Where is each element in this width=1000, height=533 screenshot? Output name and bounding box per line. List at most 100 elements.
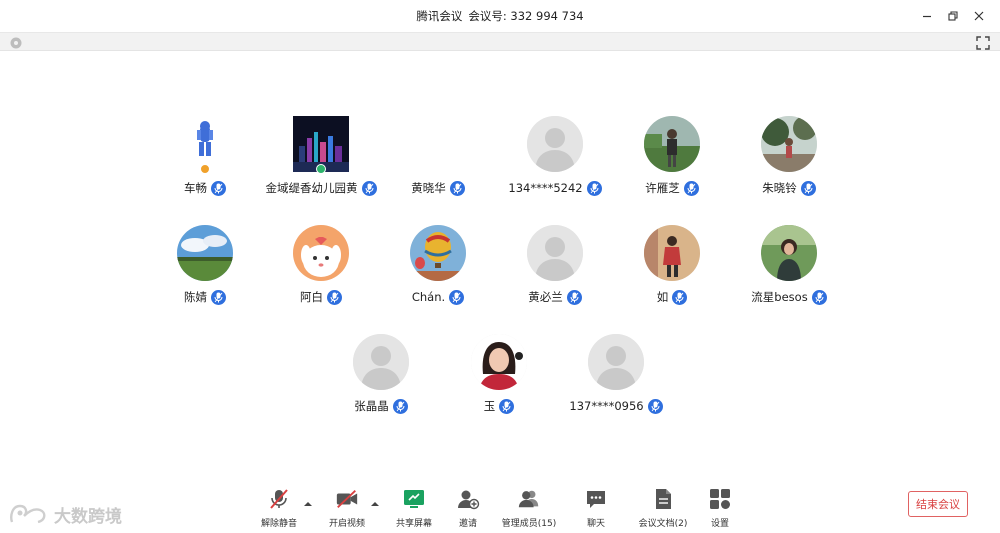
restore-icon: [948, 11, 958, 21]
participant-tile[interactable]: 张晶晶: [316, 334, 446, 434]
video-off-icon: [335, 487, 359, 511]
participant-name-row: 许雁芝: [645, 179, 699, 197]
woman-portrait-avatar: [471, 334, 527, 390]
info-button[interactable]: [9, 35, 23, 49]
bottom-toolbar: 解除静音 开启视频 共享屏幕 邀请 管理成员(15) 聊天 会议文档(2) 设置…: [0, 483, 1000, 533]
woman-room-avatar: [644, 225, 700, 281]
add-user-icon: [456, 487, 480, 511]
chat-button[interactable]: 聊天: [561, 487, 631, 529]
participant-tile[interactable]: Chán.: [373, 225, 503, 325]
participant-tile[interactable]: 车畅: [140, 116, 270, 216]
settings-grid-icon: [708, 487, 732, 511]
participant-tile[interactable]: 黄必兰: [490, 225, 620, 325]
participant-name: 137****0956: [569, 399, 644, 413]
participant-gallery: 车畅 金域缇香幼儿园黄 黄晓华 134****5242 许雁芝 朱晓铃陈婧 阿白 Chán. 黄…: [0, 51, 1000, 483]
tree-photo-avatar: [761, 116, 817, 172]
participant-name: 黄晓华: [411, 181, 446, 195]
participant-name-row: 黄晓华: [411, 179, 465, 197]
participant-name: Chán.: [411, 290, 446, 304]
mic-icon: [211, 289, 226, 305]
close-icon: [974, 11, 984, 21]
night-city-avatar: [293, 116, 349, 174]
participant-tile[interactable]: 流星besos: [724, 225, 854, 325]
participant-tile[interactable]: 许雁芝: [607, 116, 737, 216]
chat-label: 聊天: [586, 519, 605, 529]
woman-outdoor-avatar: [761, 225, 817, 281]
speaking-badge-icon: [316, 164, 326, 174]
participant-name: 许雁芝: [645, 181, 680, 195]
participant-tile[interactable]: 阿白: [256, 225, 386, 325]
participant-name-row: 陈婧: [184, 288, 226, 306]
mic-icon: [392, 398, 408, 414]
settings-button[interactable]: 设置: [685, 487, 755, 529]
outdoor-photo-avatar: [644, 116, 700, 172]
window-title: 腾讯会议 会议号: 332 994 734: [0, 8, 1000, 24]
participant-name-row: 金域缇香幼儿园黄: [266, 179, 377, 197]
mic-icon: [811, 289, 827, 305]
participant-name-row: 朱晓铃: [762, 179, 816, 197]
meeting-id: 332 994 734: [510, 9, 584, 23]
participant-name: 流星besos: [751, 290, 808, 304]
mic-icon: [449, 289, 465, 305]
mic-icon: [800, 180, 816, 196]
end-meeting-button[interactable]: 结束会议: [908, 491, 968, 517]
balloon-avatar: [410, 225, 466, 281]
participant-tile[interactable]: 玉: [434, 334, 564, 434]
participant-name-row: 134****5242: [508, 179, 602, 197]
default-user-avatar: [588, 334, 644, 390]
participant-tile[interactable]: 黄晓华: [373, 116, 503, 216]
mic-icon: [647, 398, 663, 414]
start-video-label: 开启视频: [328, 519, 365, 529]
settings-label: 设置: [710, 519, 729, 529]
participant-name-row: 流星besos: [751, 288, 827, 306]
document-icon: [651, 487, 675, 511]
participant-name: 玉: [483, 399, 496, 413]
fullscreen-icon: [976, 36, 990, 50]
participant-tile[interactable]: 陈婧: [140, 225, 270, 325]
sky-field-avatar: [177, 225, 233, 281]
manage-members-label: 管理成员(15): [501, 519, 557, 529]
participant-name-row: 如: [657, 288, 688, 306]
muted-mic-icon: [267, 487, 291, 511]
restore-button[interactable]: [942, 6, 964, 26]
fullscreen-button[interactable]: [976, 35, 990, 50]
mic-icon: [586, 180, 602, 196]
participant-name: 134****5242: [508, 181, 583, 195]
minimize-button[interactable]: [916, 6, 938, 26]
watermark-logo-icon: [10, 504, 46, 524]
participant-name: 如: [656, 290, 669, 304]
participant-name: 朱晓铃: [762, 181, 797, 195]
minimize-icon: [923, 15, 931, 18]
mic-icon: [499, 398, 515, 414]
participant-tile[interactable]: 134****5242: [490, 116, 620, 216]
mic-icon: [566, 289, 582, 305]
speaking-badge-icon: [200, 164, 210, 174]
share-screen-label: 共享屏幕: [395, 519, 432, 529]
members-icon: [517, 487, 541, 511]
participant-tile[interactable]: 朱晓铃: [724, 116, 854, 216]
participant-name-row: Chán.: [411, 288, 465, 306]
meeting-id-label: 会议号:: [468, 9, 507, 23]
manage-members-button[interactable]: 管理成员(15): [494, 487, 564, 529]
watermark: 大数跨境: [8, 500, 122, 528]
close-button[interactable]: [968, 6, 990, 26]
participant-name-row: 车畅: [184, 179, 226, 197]
invite-button[interactable]: 邀请: [433, 487, 503, 529]
mic-icon: [449, 180, 465, 196]
cartoon-dog-avatar: [293, 225, 349, 281]
title-bar: 腾讯会议 会议号: 332 994 734: [0, 0, 1000, 32]
share-screen-icon: [402, 487, 426, 511]
mic-icon: [327, 289, 342, 305]
mic-icon: [683, 180, 699, 196]
participant-tile[interactable]: 137****0956: [551, 334, 681, 434]
participant-tile[interactable]: 金域缇香幼儿园黄: [256, 116, 386, 216]
mic-icon: [672, 289, 688, 305]
invite-label: 邀请: [458, 519, 477, 529]
blank-avatar: [410, 116, 466, 172]
default-user-avatar: [527, 225, 583, 281]
default-user-avatar: [353, 334, 409, 390]
app-title: 腾讯会议: [416, 9, 463, 23]
participant-tile[interactable]: 如: [607, 225, 737, 325]
watermark-text: 大数跨境: [54, 506, 122, 527]
default-user-avatar: [527, 116, 583, 172]
